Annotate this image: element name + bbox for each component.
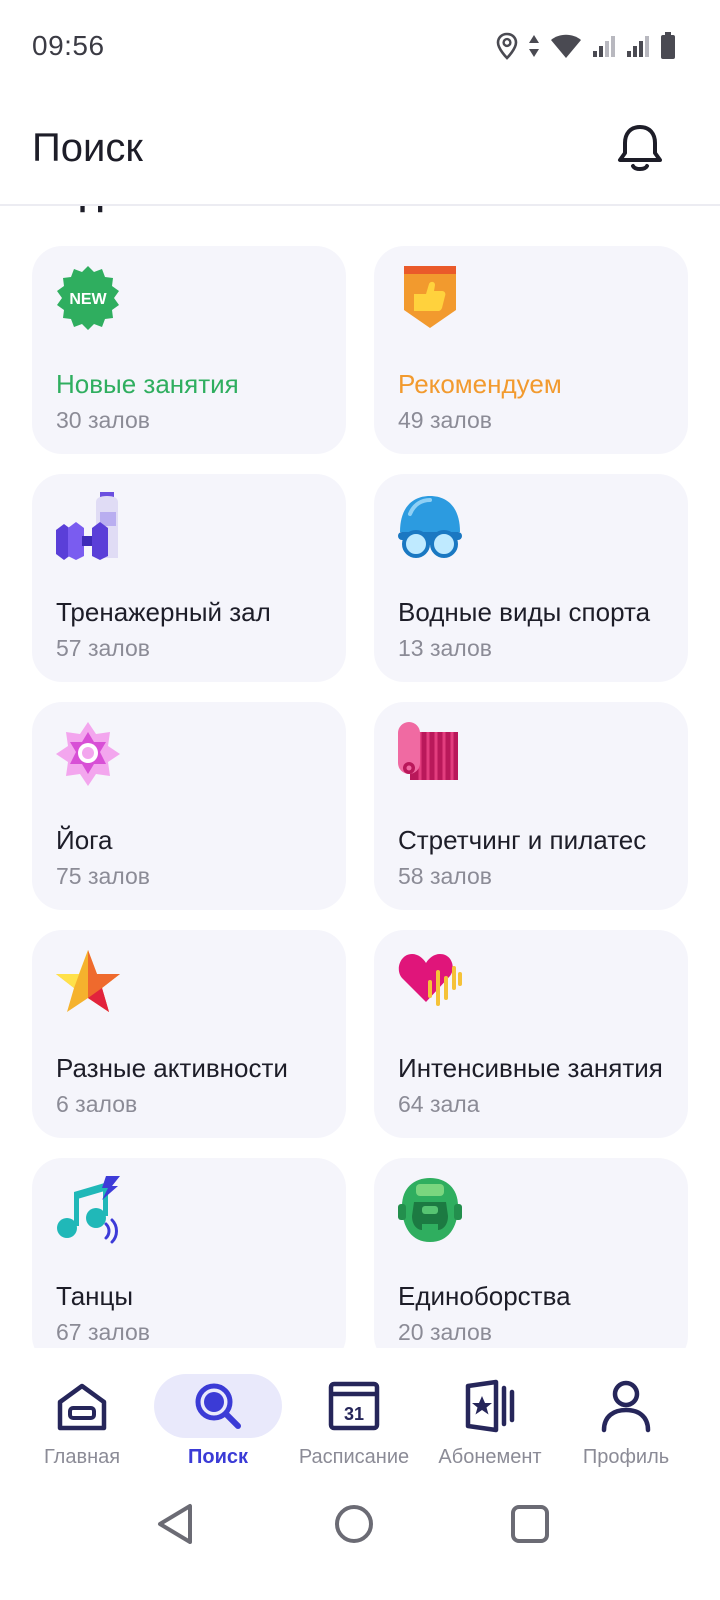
boxing-helmet-icon <box>398 1178 462 1242</box>
membership-card-icon <box>465 1379 515 1433</box>
section-title: Виды занятий <box>32 206 286 214</box>
nav-item-search[interactable]: Поиск <box>148 1348 288 1480</box>
nav-label: Поиск <box>187 1446 249 1468</box>
thumbs-up-icon <box>404 266 456 328</box>
profile-icon <box>601 1380 651 1433</box>
category-card-martial-arts[interactable]: Единоборства 20 залов <box>374 1158 688 1348</box>
category-card-gym[interactable]: Тренажерный зал 57 залов <box>32 474 346 682</box>
category-name: Единоборства <box>398 1281 571 1311</box>
category-name: Новые занятия <box>56 369 239 399</box>
home-icon <box>57 1383 107 1431</box>
nav-item-schedule[interactable]: 31 Расписание <box>284 1348 424 1480</box>
location-icon <box>496 32 518 60</box>
category-name: Стретчинг и пилатес <box>398 825 647 855</box>
new-badge-icon: NEW <box>57 266 119 330</box>
home-circle-icon[interactable] <box>330 1500 378 1548</box>
category-name: Водные виды спорта <box>398 597 651 627</box>
lotus-icon <box>56 722 120 786</box>
category-name: Танцы <box>56 1281 134 1311</box>
svg-text:NEW: NEW <box>69 291 107 308</box>
category-count: 75 залов <box>56 863 150 889</box>
category-count: 67 залов <box>56 1319 150 1345</box>
header: Поиск <box>0 96 720 206</box>
category-count: 58 залов <box>398 863 492 889</box>
categories-grid: NEW Новые занятия 30 залов Рекомендуем 4… <box>32 246 688 1348</box>
category-card-intensive[interactable]: Интенсивные занятия 64 зала <box>374 930 688 1138</box>
category-count: 64 зала <box>398 1091 480 1117</box>
battery-icon <box>661 32 675 59</box>
status-bar: 09:56 <box>0 0 720 96</box>
bell-icon[interactable] <box>612 120 668 176</box>
bottom-navigation: Главная Поиск 31 Расписание Абонемент Пр… <box>0 1348 720 1480</box>
status-time: 09:56 <box>32 30 105 61</box>
yoga-mat-icon <box>398 722 458 780</box>
category-card-water[interactable]: Водные виды спорта 13 залов <box>374 474 688 682</box>
data-arrows-icon <box>529 35 539 57</box>
page-title: Поиск <box>32 126 143 170</box>
recents-icon[interactable] <box>506 1500 554 1548</box>
category-card-various[interactable]: Разные активности 6 залов <box>32 930 346 1138</box>
category-name: Рекомендуем <box>398 369 562 399</box>
calendar-icon: 31 <box>328 1381 380 1431</box>
nav-item-profile[interactable]: Профиль <box>556 1348 696 1480</box>
signal-icon <box>627 36 649 57</box>
nav-label: Профиль <box>582 1446 670 1468</box>
dumbbell-icon <box>56 492 118 560</box>
status-icons <box>496 30 676 62</box>
system-navigation-bar <box>0 1480 720 1600</box>
category-name: Разные активности <box>56 1053 288 1083</box>
category-card-dance[interactable]: Танцы 67 залов <box>32 1158 346 1348</box>
nav-item-membership[interactable]: Абонемент <box>420 1348 560 1480</box>
nav-item-home[interactable]: Главная <box>12 1348 152 1480</box>
heart-pulse-icon <box>398 954 462 1006</box>
category-count: 13 залов <box>398 635 492 661</box>
category-count: 57 залов <box>56 635 150 661</box>
star-icon <box>56 950 120 1012</box>
nav-label: Главная <box>43 1446 121 1468</box>
category-count: 30 залов <box>56 407 150 433</box>
music-note-icon <box>57 1176 120 1244</box>
category-card-new[interactable]: NEW Новые занятия 30 залов <box>32 246 346 454</box>
category-card-yoga[interactable]: Йога 75 залов <box>32 702 346 910</box>
category-name: Интенсивные занятия <box>398 1053 663 1083</box>
category-count: 20 залов <box>398 1319 492 1345</box>
category-name: Тренажерный зал <box>56 597 271 627</box>
category-card-stretching[interactable]: Стретчинг и пилатес 58 залов <box>374 702 688 910</box>
calendar-day: 31 <box>344 1404 364 1424</box>
swim-cap-icon <box>398 496 462 558</box>
nav-label: Расписание <box>298 1446 410 1468</box>
search-icon <box>195 1383 241 1429</box>
back-icon[interactable] <box>152 1500 200 1548</box>
wifi-icon <box>551 34 581 58</box>
category-count: 49 залов <box>398 407 492 433</box>
category-name: Йога <box>56 825 113 855</box>
category-count: 6 залов <box>56 1091 138 1117</box>
nav-label: Абонемент <box>438 1446 542 1468</box>
signal-icon <box>593 36 615 57</box>
category-card-recommended[interactable]: Рекомендуем 49 залов <box>374 246 688 454</box>
categories-content[interactable]: Виды занятий NEW Новые занятия 30 залов … <box>0 206 720 1348</box>
